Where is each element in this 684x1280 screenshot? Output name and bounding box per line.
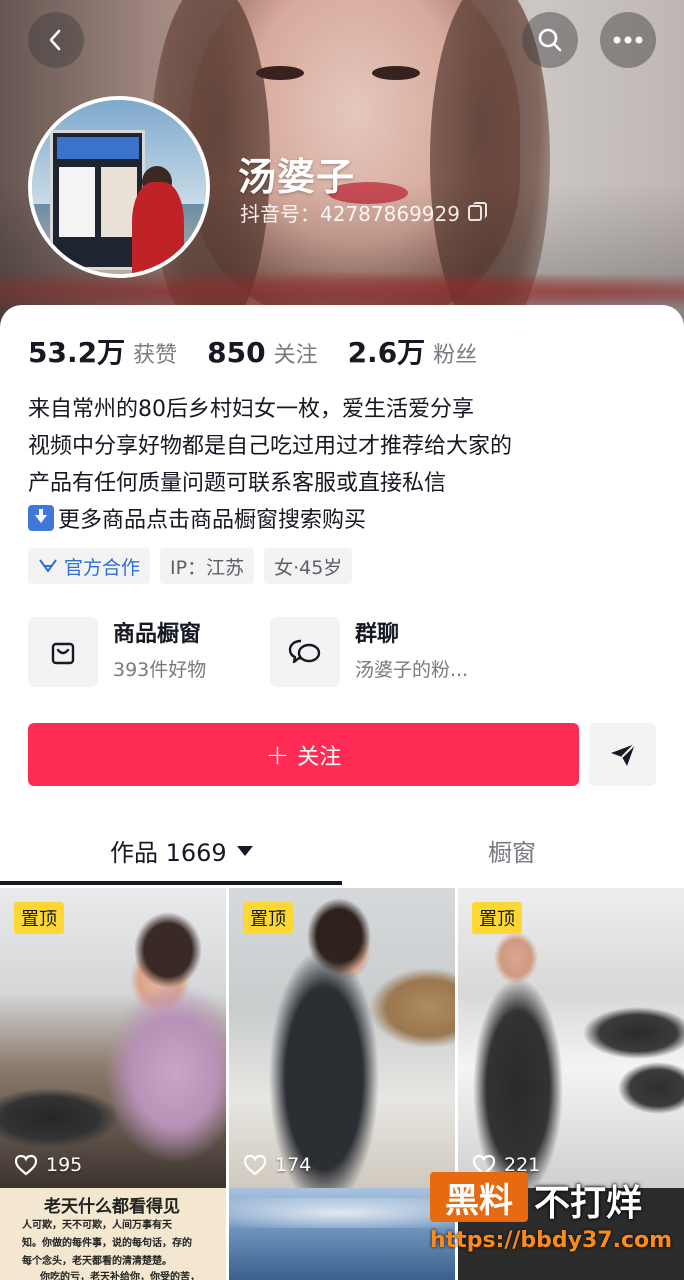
gender-age-tag: 女·45岁 (264, 548, 353, 584)
search-button[interactable] (522, 12, 578, 68)
plus-icon: + (265, 737, 290, 771)
stat-following[interactable]: 850 关注 (207, 336, 317, 369)
search-icon (538, 28, 562, 52)
follow-button[interactable]: + 关注 (28, 723, 579, 786)
tag-row: 官方合作 IP：江苏 女·45岁 (28, 548, 353, 584)
down-arrow-icon (28, 505, 54, 531)
video-caption-line: 人可欺，天不可欺，人间万事有天 (22, 1220, 172, 1231)
tab-label: 作品 1669 (110, 839, 227, 867)
watermark-url: https://bbdy37.com (430, 1228, 673, 1253)
stat-label: 粉丝 (433, 343, 478, 368)
group-chat-shortcut[interactable]: 群聊 汤婆子的粉... (270, 617, 512, 687)
more-button[interactable] (600, 12, 656, 68)
video-tile[interactable] (229, 1188, 455, 1280)
video-caption-line: 你吃的亏，老天补给你，你受的苦， (40, 1272, 200, 1280)
back-button[interactable] (28, 12, 84, 68)
tag-label: 官方合作 (64, 556, 141, 579)
handshake-icon (39, 559, 57, 573)
like-count-text: 174 (275, 1154, 312, 1176)
like-count: 174 (243, 1154, 311, 1176)
douyin-id[interactable]: 抖音号：42787869929 (240, 198, 487, 227)
watermark: 黑料 不打烊 https://bbdy37.com (430, 1172, 673, 1267)
stat-number: 850 (207, 336, 266, 369)
shop-window-shortcut[interactable]: 商品橱窗 393件好物 (28, 617, 270, 687)
shortcut-row: 商品橱窗 393件好物 群聊 汤婆子的粉... (28, 617, 512, 687)
ip-location-tag: IP：江苏 (160, 548, 255, 584)
tab-works[interactable]: 作品 1669 (110, 833, 253, 868)
bio: 来自常州的80后乡村妇女一枚，爱生活爱分享 视频中分享好物都是自己吃过用过才推荐… (28, 391, 658, 539)
video-caption-line: 每个念头，老天都看的清清楚楚。 (22, 1256, 172, 1267)
video-tile[interactable]: 置顶 174 (229, 888, 455, 1188)
tab-showcase[interactable]: 橱窗 (488, 833, 536, 868)
shortcut-subtitle: 汤婆子的粉... (355, 659, 469, 681)
stat-number: 53.2万 (28, 336, 126, 369)
video-tile[interactable]: 置顶 195 (0, 888, 226, 1188)
official-cooperation-tag[interactable]: 官方合作 (28, 548, 151, 584)
shortcut-title: 商品橱窗 (113, 622, 202, 647)
watermark-badge: 黑料 (430, 1172, 528, 1222)
active-tab-indicator (0, 881, 342, 885)
stat-number: 2.6万 (347, 336, 426, 369)
chevron-left-icon (49, 29, 61, 51)
douyin-id-text: 抖音号：42787869929 (240, 202, 460, 226)
shortcut-subtitle: 393件好物 (113, 659, 207, 681)
bio-line-text: 更多商品点击商品橱窗搜索购买 (58, 508, 367, 533)
shortcut-title: 群聊 (355, 622, 400, 647)
video-caption-line: 知。你做的每件事，说的每句话，存的 (22, 1238, 192, 1249)
like-count-text: 195 (46, 1154, 83, 1176)
copy-icon[interactable] (467, 201, 487, 221)
like-count: 195 (14, 1154, 82, 1176)
bio-line: 产品有任何质量问题可联系客服或直接私信 (28, 471, 447, 496)
heart-icon (243, 1154, 267, 1176)
stat-label: 关注 (273, 343, 318, 368)
stat-label: 获赞 (133, 343, 178, 368)
bio-line: 来自常州的80后乡村妇女一枚，爱生活爱分享 (28, 397, 474, 422)
caret-down-icon[interactable] (236, 845, 253, 856)
stat-followers[interactable]: 2.6万 粉丝 (348, 331, 478, 371)
stats-row: 53.2万 获赞 850 关注 2.6万 粉丝 (28, 331, 507, 371)
video-tile[interactable]: 置顶 221 (458, 888, 684, 1188)
more-dots-icon (613, 36, 643, 44)
bio-line-4: 更多商品点击商品橱窗搜索购买 (28, 502, 658, 539)
pinned-badge: 置顶 (472, 902, 522, 934)
follow-label: 关注 (297, 744, 342, 770)
watermark-text: 不打烊 (534, 1183, 643, 1224)
send-icon (610, 742, 636, 766)
video-tile[interactable]: 老天什么都看得见 人可欺，天不可欺，人间万事有天 知。你做的每件事，说的每句话，… (0, 1188, 226, 1280)
pinned-badge: 置顶 (243, 902, 293, 934)
stat-likes: 53.2万 获赞 (28, 331, 177, 371)
bio-line: 视频中分享好物都是自己吃过用过才推荐给大家的 (28, 434, 513, 459)
profile-name: 汤婆子 (238, 155, 356, 199)
chat-bubbles-icon (288, 639, 321, 664)
video-caption-title: 老天什么都看得见 (44, 1197, 180, 1217)
share-button[interactable] (589, 723, 656, 786)
tag-label: 女·45岁 (274, 556, 343, 579)
avatar[interactable] (28, 96, 210, 278)
tab-label: 橱窗 (488, 839, 536, 867)
shopping-bag-icon (51, 642, 75, 665)
content-tabs: 作品 1669 橱窗 (0, 825, 684, 883)
pinned-badge: 置顶 (14, 902, 64, 934)
heart-icon (14, 1154, 38, 1176)
profile-card: 53.2万 获赞 850 关注 2.6万 粉丝 来自常州的80后乡村妇女一枚，爱… (0, 305, 684, 1280)
tag-label: IP：江苏 (170, 556, 245, 579)
